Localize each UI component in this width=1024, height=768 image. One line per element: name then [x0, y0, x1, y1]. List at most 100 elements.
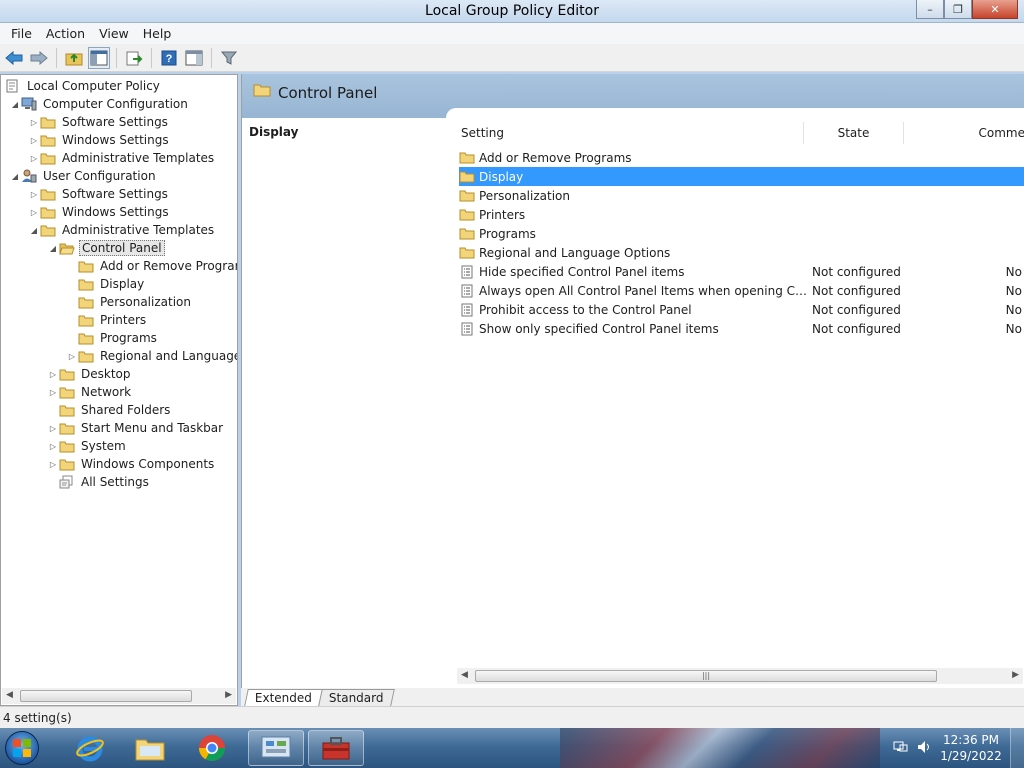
tab-extended[interactable]: Extended [244, 689, 323, 706]
list-item[interactable]: Programs [459, 224, 1024, 243]
expand-toggle-icon[interactable]: ▷ [47, 388, 59, 397]
tree-item-user-configuration[interactable]: ◢ User Configuration [9, 167, 158, 185]
list-item[interactable]: Show only specified Control Panel items N… [459, 319, 1024, 338]
tree-item-windows-components[interactable]: ▷ Windows Components [47, 455, 216, 473]
menu-file[interactable]: File [4, 26, 39, 41]
expand-toggle-icon[interactable]: ▷ [47, 424, 59, 433]
tree-pane[interactable]: Local Computer Policy ◢ Computer Configura… [0, 74, 238, 706]
expand-toggle-icon[interactable]: ▷ [28, 136, 40, 145]
tree-item-all-settings[interactable]: All Settings [47, 473, 151, 491]
setting-state: Not configured [812, 283, 901, 298]
list-horizontal-scrollbar[interactable]: ◀ ||| ▶ [457, 668, 1023, 684]
tab-extended-label: Extended [254, 691, 312, 705]
up-folder-icon[interactable] [63, 47, 85, 69]
tree-item-display[interactable]: Display [66, 275, 146, 293]
network-icon[interactable] [892, 739, 908, 758]
tree-item-administrative-templates[interactable]: ▷ Administrative Templates [28, 149, 216, 167]
tree-item-programs[interactable]: Programs [66, 329, 159, 347]
tree-item-label: Regional and Language C [100, 349, 238, 363]
scroll-right-icon[interactable]: ▶ [1012, 670, 1019, 680]
control-panel-icon[interactable] [248, 730, 304, 766]
column-header-state[interactable]: State [804, 122, 904, 144]
tree-item-add-or-remove-programs[interactable]: Add or Remove Programs [66, 257, 237, 275]
scroll-left-icon[interactable]: ◀ [6, 690, 13, 700]
tree-item-network[interactable]: ▷ Network [47, 383, 133, 401]
export-list-icon[interactable] [123, 47, 145, 69]
tree-item-desktop[interactable]: ▷ Desktop [47, 365, 133, 383]
tree-item-system[interactable]: ▷ System [47, 437, 128, 455]
internet-explorer-icon[interactable] [62, 730, 118, 766]
properties-pane-icon[interactable] [183, 47, 205, 69]
expand-toggle-icon[interactable]: ▷ [47, 370, 59, 379]
start-button[interactable] [5, 731, 39, 765]
back-arrow-icon[interactable] [3, 47, 25, 69]
tree-item-label: Local Computer Policy [27, 79, 160, 93]
tree-item-software-settings[interactable]: ▷ Software Settings [28, 113, 170, 131]
list-item[interactable]: Personalization [459, 186, 1024, 205]
expand-toggle-icon[interactable]: ◢ [28, 226, 40, 235]
show-desktop-button[interactable] [1010, 728, 1024, 768]
clock[interactable]: 12:36 PM 1/29/2022 [938, 732, 1004, 764]
expand-toggle-icon[interactable]: ▷ [47, 442, 59, 451]
window-controls: – ❐ ✕ [916, 0, 1018, 19]
setting-name: Prohibit access to the Control Panel [479, 302, 692, 317]
close-button[interactable]: ✕ [972, 0, 1018, 19]
scroll-thumb[interactable]: ||| [475, 670, 937, 682]
chrome-icon[interactable] [184, 730, 240, 766]
expand-toggle-icon[interactable]: ▷ [47, 460, 59, 469]
filter-icon[interactable] [218, 47, 240, 69]
expand-toggle-icon[interactable]: ▷ [28, 154, 40, 163]
tree-item-label: Windows Settings [62, 205, 169, 219]
tree-item-personalization[interactable]: Personalization [66, 293, 193, 311]
scroll-left-icon[interactable]: ◀ [461, 670, 468, 680]
tree-item-printers[interactable]: Printers [66, 311, 148, 329]
list-item[interactable]: Add or Remove Programs [459, 148, 1024, 167]
expand-toggle-icon[interactable]: ▷ [28, 208, 40, 217]
tree-item-windows-settings[interactable]: ▷ Windows Settings [28, 203, 171, 221]
tree-horizontal-scrollbar[interactable]: ◀ ▶ [2, 688, 236, 704]
scroll-thumb[interactable] [20, 690, 192, 702]
tree-item-start-menu-and-taskbar[interactable]: ▷ Start Menu and Taskbar [47, 419, 225, 437]
show-hide-tree-icon[interactable] [88, 46, 110, 69]
menu-view[interactable]: View [92, 26, 136, 41]
expand-toggle-icon[interactable]: ◢ [9, 100, 21, 109]
file-explorer-icon[interactable] [122, 730, 178, 766]
tree-item-administrative-templates[interactable]: ◢ Administrative Templates [28, 221, 216, 239]
help-icon[interactable]: ? [158, 47, 180, 69]
minimize-button[interactable]: – [916, 0, 944, 19]
status-bar: 4 setting(s) [0, 706, 1024, 728]
tree-item-local-computer-policy[interactable]: Local Computer Policy [5, 77, 162, 95]
list-item[interactable]: Regional and Language Options [459, 243, 1024, 262]
list-item[interactable]: Always open All Control Panel Items when… [459, 281, 1024, 300]
tree-item-windows-settings[interactable]: ▷ Windows Settings [28, 131, 171, 149]
restore-button[interactable]: ❐ [944, 0, 972, 19]
folder-icon [40, 187, 56, 201]
list-item[interactable]: Display [459, 167, 1024, 186]
menu-action[interactable]: Action [39, 26, 92, 41]
expand-toggle-icon[interactable]: ▷ [66, 352, 78, 361]
menu-help[interactable]: Help [136, 26, 179, 41]
expand-toggle-icon[interactable]: ◢ [9, 172, 21, 181]
list-item[interactable]: Prohibit access to the Control Panel Not … [459, 300, 1024, 319]
list-item[interactable]: Printers [459, 205, 1024, 224]
tree-item-computer-configuration[interactable]: ◢ Computer Configuration [9, 95, 190, 113]
expand-toggle-icon[interactable]: ▷ [28, 190, 40, 199]
setting-name: Display [479, 169, 524, 184]
folder-icon [253, 83, 271, 100]
toolbox-icon[interactable] [308, 730, 364, 766]
tree-item-shared-folders[interactable]: Shared Folders [47, 401, 172, 419]
list-item[interactable]: Hide specified Control Panel items Not co… [459, 262, 1024, 281]
tree-item-regional-and-language-c[interactable]: ▷ Regional and Language C [66, 347, 238, 365]
user-icon [21, 169, 37, 183]
expand-toggle-icon[interactable]: ◢ [47, 244, 59, 253]
folder-icon [459, 170, 475, 183]
forward-arrow-icon[interactable] [28, 47, 50, 69]
tree-item-control-panel[interactable]: ◢ Control Panel [47, 239, 165, 257]
tab-standard[interactable]: Standard [318, 689, 395, 706]
volume-icon[interactable] [916, 739, 932, 758]
column-header-setting[interactable]: Setting [455, 122, 804, 144]
scroll-right-icon[interactable]: ▶ [225, 690, 232, 700]
tree-item-software-settings[interactable]: ▷ Software Settings [28, 185, 170, 203]
expand-toggle-icon[interactable]: ▷ [28, 118, 40, 127]
column-header-comment[interactable]: Comme [904, 122, 1024, 144]
